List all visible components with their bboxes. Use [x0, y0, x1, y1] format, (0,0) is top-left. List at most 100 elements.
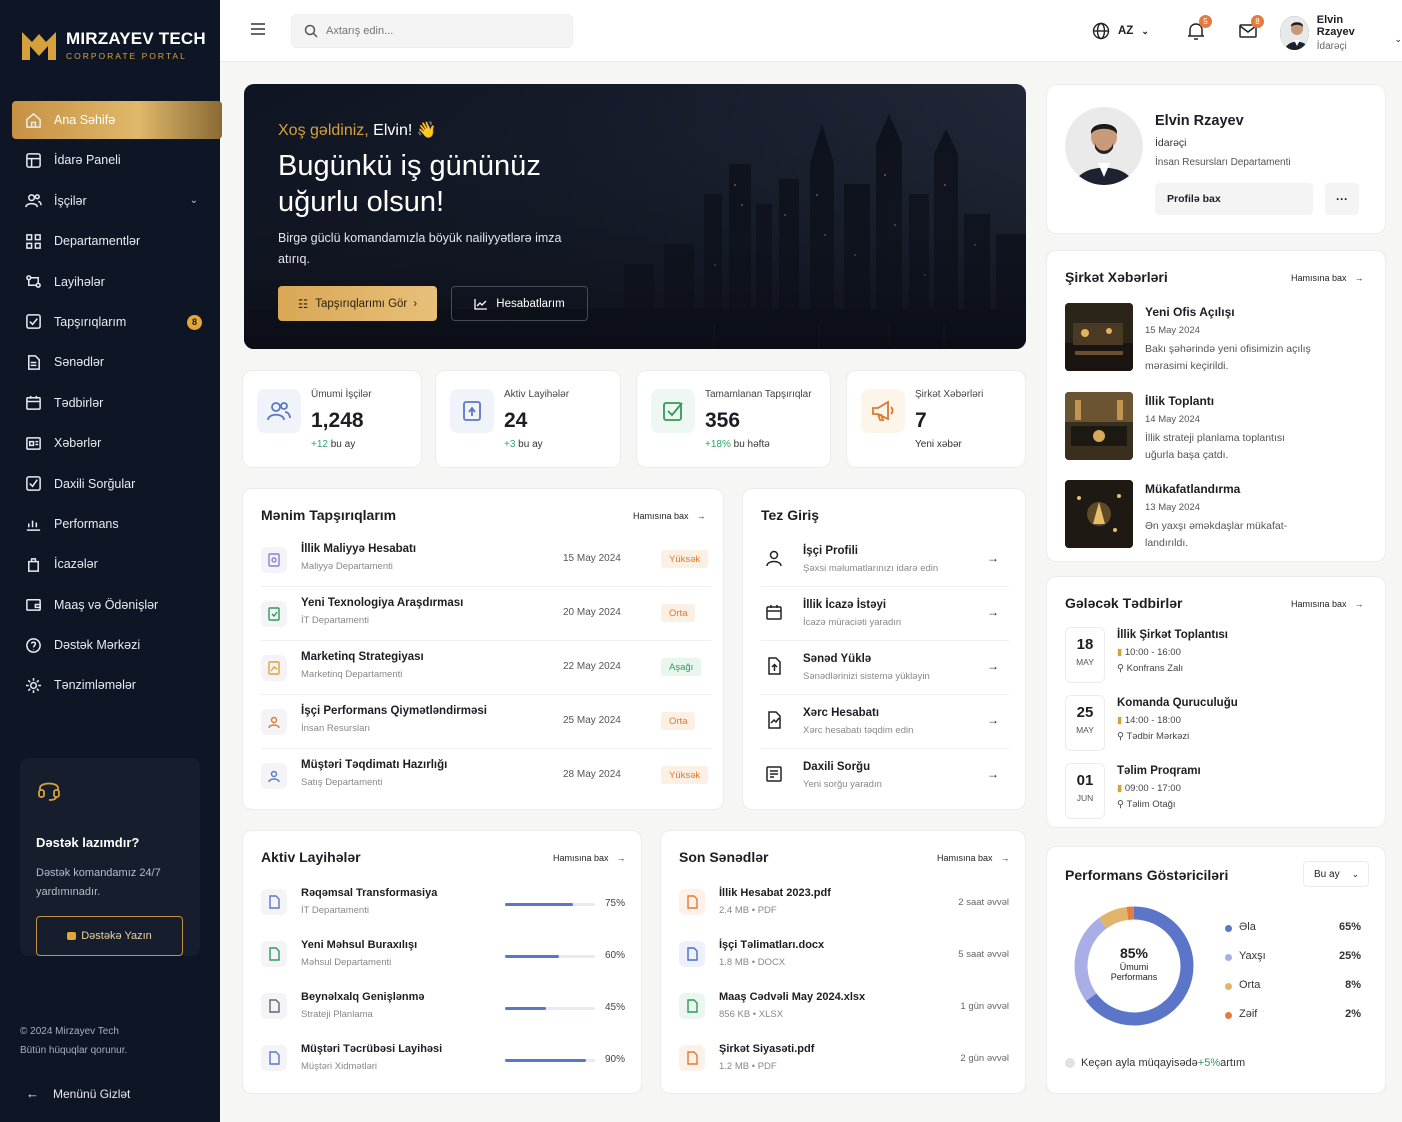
view-tasks-button[interactable]: ☷ Tapşırıqlarımı Gör ›	[278, 286, 437, 321]
event-item[interactable]: 18 MAY İllik Şirkət Toplantısı ▮ 10:00 - …	[1065, 627, 1375, 687]
news-item[interactable]: İllik Toplantı 14 May 2024 İllik stratej…	[1065, 392, 1375, 472]
task-row[interactable]: İllik Maliyyə Hesabatı Maliyyə Departame…	[261, 535, 711, 587]
stat-card-completed-tasks[interactable]: Tamamlanan Tapşırıqlar 356 +18% bu həftə	[636, 370, 831, 468]
recent-documents-card: Son Sənədlər Hamısına bax → İllik Hesabat…	[660, 830, 1026, 1094]
search-input[interactable]	[326, 25, 546, 37]
task-title: İşçi Performans Qiymətləndirməsi	[301, 705, 487, 717]
quick-link-sub: Şəxsi məlumatlarınızı idarə edin	[803, 563, 939, 574]
document-row[interactable]: Şirkət Siyasəti.pdf 1.2 MB • PDF 2 gün ə…	[679, 1037, 1009, 1089]
sidebar-item-label: Daxili Sorğular	[54, 476, 136, 491]
megaphone-icon	[861, 389, 905, 433]
sidebar-item-surveys[interactable]: Daxili Sorğular	[12, 465, 222, 503]
card-title: Tez Giriş	[761, 507, 820, 523]
donut-slice-2[interactable]	[1099, 906, 1129, 929]
document-row[interactable]: Maaş Cədvəli May 2024.xlsx 856 KB • XLSX…	[679, 985, 1009, 1037]
search-box[interactable]	[291, 14, 573, 48]
sidebar-item-leaves[interactable]: İcazələr	[12, 545, 222, 583]
brand-logo[interactable]: MIRZAYEV TECH CORPORATE PORTAL	[20, 28, 206, 62]
view-profile-label: Profilə bax	[1167, 193, 1221, 205]
contact-support-button[interactable]: Dəstəkə Yazın	[36, 916, 183, 956]
priority-badge: Orta	[661, 712, 696, 730]
project-row[interactable]: Yeni Məhsul Buraxılışı Məhsul Departamen…	[261, 933, 627, 985]
document-icon	[261, 889, 287, 915]
task-row[interactable]: Yeni Texnologiya Araşdırması İT Departam…	[261, 589, 711, 641]
event-date: 18 MAY	[1065, 627, 1105, 683]
notifications-button[interactable]: 5	[1185, 15, 1212, 42]
quick-link-leave[interactable]: İllik İcazə İstəyi İcazə müraciəti yarad…	[761, 587, 1009, 641]
arrow-right-icon: →	[696, 511, 706, 521]
project-row[interactable]: Rəqəmsal Transformasiya İT Departamenti …	[261, 881, 627, 933]
progress-bar	[505, 903, 595, 906]
quick-link-survey[interactable]: Daxili Sorğu Yeni sorğu yaradın →	[761, 749, 1009, 803]
see-all-link[interactable]: Hamısına bax →	[553, 853, 626, 863]
sidebar-item-events[interactable]: Tədbirlər	[12, 384, 222, 422]
see-all-link[interactable]: Hamısına bax →	[633, 511, 706, 521]
hide-menu-button[interactable]: ← Menünü Gizlət	[26, 1086, 130, 1101]
document-row[interactable]: İşçi Təlimatları.docx 1.8 MB • DOCX 5 sa…	[679, 933, 1009, 985]
task-date: 28 May 2024	[563, 769, 621, 780]
stat-card-employees[interactable]: Ümumi İşçilər 1,248 +12 bu ay	[242, 370, 422, 468]
quick-link-expense[interactable]: Xərc Hesabatı Xərc hesabatı təqdim edin …	[761, 695, 1009, 749]
sidebar-item-employees[interactable]: İşçilər ⌄	[12, 182, 222, 220]
sidebar-item-departments[interactable]: Departamentlər	[12, 222, 222, 260]
event-item[interactable]: 01 JUN Təlim Proqramı ▮ 09:00 - 17:00 ⚲ T…	[1065, 763, 1375, 823]
donut-center-label: 85% Ümumi Performans	[1069, 945, 1199, 982]
copyright: © 2024 Mirzayev Tech Bütün hüquqlar qoru…	[20, 1022, 127, 1060]
see-all-link[interactable]: Hamısına bax →	[1291, 599, 1364, 609]
brand-title: MIRZAYEV TECH	[66, 29, 206, 48]
quick-link-sub: Xərc hesabatı təqdim edin	[803, 725, 914, 736]
stat-value: 7	[915, 409, 927, 432]
tasks-icon: ☷	[297, 298, 309, 311]
chat-icon	[67, 932, 77, 940]
stat-card-news[interactable]: Şirkət Xəbərləri 7 Yeni xəbər	[846, 370, 1026, 468]
task-row[interactable]: Marketinq Strategiyası Marketinq Departa…	[261, 643, 711, 695]
reports-button[interactable]: Hesabatlarım	[451, 286, 588, 321]
sidebar-item-documents[interactable]: Sənədlər	[12, 343, 222, 381]
sidebar-item-label: Layihələr	[54, 274, 105, 289]
user-menu[interactable]: Elvin Rzayev İdarəçi ⌄	[1280, 14, 1402, 52]
quick-link-title: Xərc Hesabatı	[803, 707, 880, 719]
progress-percent: 60%	[605, 950, 626, 961]
document-row[interactable]: İllik Hesabat 2023.pdf 2.4 MB • PDF 2 sa…	[679, 881, 1009, 933]
sidebar-item-salary[interactable]: Maaş və Ödənişlər	[12, 586, 222, 624]
news-thumbnail	[1065, 303, 1133, 371]
sidebar-item-support[interactable]: Dəstək Mərkəzi	[12, 626, 222, 664]
sidebar-item-dashboard[interactable]: İdarə Paneli	[12, 141, 222, 179]
news-item[interactable]: Yeni Ofis Açılışı 15 May 2024 Bakı şəhər…	[1065, 303, 1375, 383]
sidebar-item-performance[interactable]: Performans	[12, 505, 222, 543]
sidebar-item-news[interactable]: Xəbərlər	[12, 424, 222, 462]
news-item[interactable]: Mükafatlandırma 13 May 2024 Ən yaxşı əmə…	[1065, 480, 1375, 560]
see-all-link[interactable]: Hamısına bax →	[937, 853, 1010, 863]
period-selector[interactable]: Bu ay ⌄	[1303, 861, 1369, 887]
sidebar-item-settings[interactable]: Tənzimləmələr	[12, 666, 222, 704]
quick-link-title: İşçi Profili	[803, 545, 858, 557]
quick-link-upload[interactable]: Sənəd Yüklə Sənədlərinizi sistemə yükləy…	[761, 641, 1009, 695]
messages-button[interactable]: 8	[1237, 15, 1264, 42]
clock-icon: ▮	[1117, 715, 1123, 726]
quick-link-profile[interactable]: İşçi Profili Şəxsi məlumatlarınızı idarə…	[761, 533, 1009, 587]
project-row[interactable]: Müştəri Təcrübəsi Layihəsi Müştəri Xidmə…	[261, 1037, 627, 1089]
more-options-button[interactable]: ···	[1325, 183, 1359, 215]
performance-icon	[24, 515, 42, 533]
task-row[interactable]: Müştəri Təqdimatı Hazırlığı Satış Depart…	[261, 751, 711, 803]
chevron-down-icon[interactable]: ⌄	[190, 195, 198, 206]
see-all-link[interactable]: Hamısına bax →	[1291, 273, 1364, 283]
card-title: Aktiv Layihələr	[261, 849, 361, 865]
task-row[interactable]: İşçi Performans Qiymətləndirməsi İnsan R…	[261, 697, 711, 749]
legend-swatch	[1225, 925, 1232, 932]
event-location-value: Konfrans Zalı	[1126, 663, 1184, 674]
avatar	[1280, 16, 1309, 50]
sidebar-item-projects[interactable]: Layihələr	[12, 263, 222, 301]
sidebar-item-label: Xəbərlər	[54, 436, 102, 451]
event-item[interactable]: 25 MAY Komanda Quruculuğu ▮ 14:00 - 18:00…	[1065, 695, 1375, 755]
project-row[interactable]: Beynəlxalq Genişlənmə Strateji Planlama …	[261, 985, 627, 1037]
stat-card-projects[interactable]: Aktiv Layihələr 24 +3 bu ay	[435, 370, 621, 468]
menu-toggle-icon[interactable]	[250, 22, 266, 36]
view-profile-button[interactable]: Profilə bax	[1155, 183, 1313, 215]
sidebar-item-home[interactable]: Ana Səhifə	[12, 101, 222, 139]
documents-icon	[24, 353, 42, 371]
sidebar-item-tasks[interactable]: Tapşırıqlarım 8	[12, 303, 222, 341]
project-title: Yeni Məhsul Buraxılışı	[301, 939, 418, 951]
see-all-label: Hamısına bax	[1291, 273, 1347, 283]
language-selector[interactable]: AZ ⌄	[1092, 22, 1149, 40]
